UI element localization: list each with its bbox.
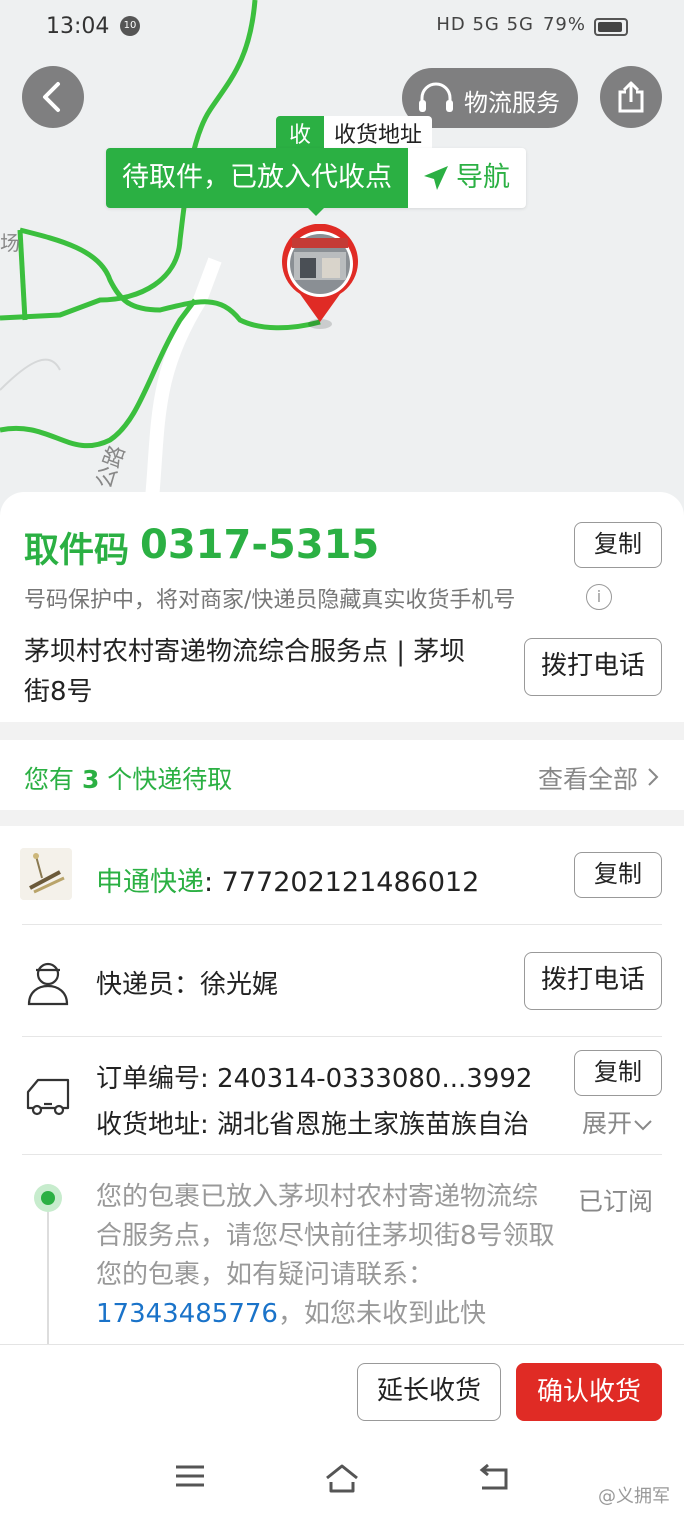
shipment-details: 申通快递: 777202121486012 复制 快递员：徐光娓 拨打电话 订单… [0,826,684,1346]
tracking-number: 申通快递: 777202121486012 [96,867,480,898]
contact-phone-link[interactable]: 17343485776 [96,1299,278,1329]
back-button[interactable] [22,66,84,128]
extend-receipt-button[interactable]: 延长收货 [357,1363,501,1421]
pending-count: 3 [81,765,100,794]
pickup-card: 取件码 0317-5315 复制 号码保护中，将对商家/快递员隐藏真实收货手机号… [0,492,684,722]
pickup-code-value: 0317-5315 [140,522,380,568]
chevron-left-icon [43,82,60,112]
pickup-location-pin[interactable] [278,224,362,334]
pending-packages-row[interactable]: 您有 3 个快递待取 查看全部 [0,740,684,810]
road-label: 公路 [91,442,130,492]
share-button[interactable] [600,66,662,128]
tracking-status-dot [34,1184,62,1212]
navigate-button[interactable]: 导航 [408,148,526,208]
pickup-status-tip: 待取件，已放入代收点 导航 [106,148,526,208]
courier-name: 快递员：徐光娓 [96,970,279,1000]
divider [22,1036,662,1037]
pickup-station-name: 茅坝村农村寄递物流综合服务点 | 茅坝街8号 [24,637,466,707]
pickup-status-text: 待取件，已放入代收点 [106,148,408,208]
navigation-arrow-icon [424,166,448,190]
place-label: 场 [0,232,20,255]
call-station-button[interactable]: 拨打电话 [524,638,662,696]
copy-tracking-button[interactable]: 复制 [574,852,662,898]
confirm-receipt-button[interactable]: 确认收货 [516,1363,662,1421]
share-icon [618,81,644,113]
battery-icon [594,18,628,36]
copy-pickup-code-button[interactable]: 复制 [574,522,662,568]
product-thumbnail [20,848,72,900]
network-indicators: HD 5G 5G [436,14,534,35]
divider [22,924,662,925]
pending-packages-text: 您有 3 个快递待取 [24,765,233,794]
menu-icon[interactable] [174,1462,206,1490]
tracking-latest-event: 您的包裹已放入茅坝村农村寄递物流综合服务点，请您尽快前往茅坝街8号领取您的包裹，… [96,1182,555,1329]
headset-icon [419,82,453,112]
tip-pointer [306,206,326,216]
logistics-service-label: 物流服务 [464,89,560,117]
copy-order-button[interactable]: 复制 [574,1050,662,1096]
view-all-link[interactable]: 查看全部 [538,760,660,796]
battery-percent: 79% [542,14,586,35]
notification-badge: 10 [120,16,140,36]
home-icon[interactable] [324,1462,360,1494]
call-courier-button[interactable]: 拨打电话 [524,952,662,1010]
truck-icon [26,1078,70,1116]
order-number: 订单编号: 240314-0333080...3992 [96,1064,533,1094]
watermark: @义拥军 [598,1486,670,1507]
tracking-timeline-line [47,1212,49,1346]
courier-icon [27,962,69,1006]
info-icon[interactable]: i [586,584,612,610]
back-nav-icon[interactable] [478,1462,510,1492]
chevron-down-icon [634,1120,652,1131]
bottom-action-bar: 延长收货 确认收货 [0,1344,684,1440]
status-time: 13:04 [46,14,110,39]
subscribed-label: 已订阅 [578,1187,654,1216]
system-navigation-bar: @义拥军 [0,1440,684,1520]
carrier-name: 申通快递 [96,867,204,898]
expand-address-button[interactable]: 展开 [582,1104,654,1140]
privacy-note: 号码保护中，将对商家/快递员隐藏真实收货手机号 [24,588,516,613]
delivery-address: 收货地址: 湖北省恩施土家族苗族自治 [96,1110,530,1140]
chevron-right-icon [648,768,659,786]
pickup-code-label: 取件码 [24,531,130,571]
map-view[interactable]: 公路 场 13:04 10 HD 5G 5G 79% 物流服务 收 收货地址 待… [0,0,684,520]
navigate-label: 导航 [456,162,510,193]
divider [22,1154,662,1155]
status-bar: 13:04 10 HD 5G 5G 79% [0,0,684,56]
